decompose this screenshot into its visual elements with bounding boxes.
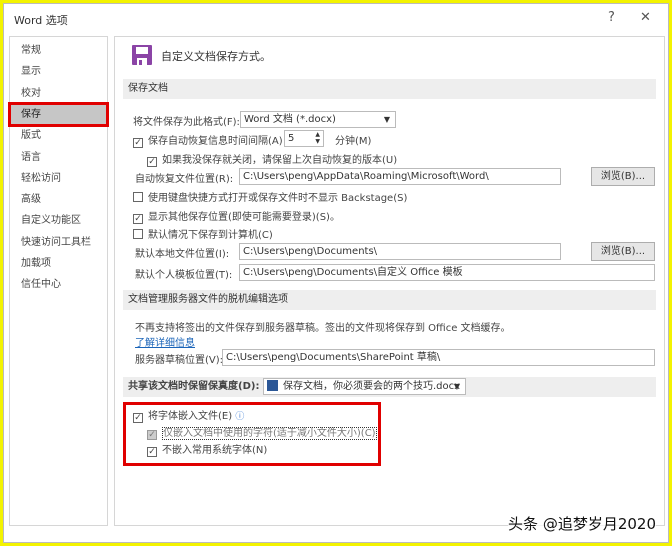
- sidebar-item[interactable]: 版式: [10, 125, 107, 146]
- sidebar: 常规 显示 校对 保存 版式 语言 轻松访问 高级 自定义功能区 快速访问工具栏 加载项 信任中心: [8, 36, 109, 526]
- no-common-fonts-label: 不嵌入常用系统字体(N): [162, 445, 268, 456]
- checkbox-unchecked-icon: [133, 229, 143, 239]
- embed-used-chars-label: 仅嵌入文档中使用的字符(适于减小文件大小)(C): [162, 427, 377, 440]
- format-value: Word 文档 (*.docx): [244, 114, 336, 125]
- keep-last-version-checkbox[interactable]: ✓ 如果我没保存就关闭，请保留上次自动恢复的版本(U): [147, 151, 397, 167]
- checkbox-checked-icon: ✓: [147, 447, 157, 457]
- recovery-location-input[interactable]: C:\Users\peng\AppData\Roaming\Microsoft\…: [239, 168, 561, 185]
- word-document-icon: [267, 380, 278, 391]
- browse-local-button[interactable]: 浏览(B)...: [591, 242, 655, 261]
- sidebar-item[interactable]: 信任中心: [10, 274, 107, 295]
- checkbox-checked-icon: ✓: [147, 157, 157, 167]
- recovery-location-label: 自动恢复文件位置(R):: [135, 174, 234, 185]
- section-offline-editing: 文档管理服务器文件的脱机编辑选项: [123, 290, 656, 310]
- sidebar-item[interactable]: 轻松访问: [10, 168, 107, 189]
- save-to-computer-checkbox[interactable]: 默认情况下保存到计算机(C): [133, 226, 273, 241]
- sidebar-item[interactable]: 常规: [10, 40, 107, 61]
- chevron-down-icon: ▼: [453, 382, 460, 391]
- drafts-location-label: 服务器草稿位置(V):: [135, 355, 224, 366]
- save-options-panel: 自定义文档保存方式。 保存文档 将文件保存为此格式(F): Word 文档 (*…: [114, 36, 665, 526]
- checkbox-checked-icon: ✓: [133, 214, 143, 224]
- fidelity-document-value: 保存文档，你必须要会的两个技巧.docx: [283, 381, 461, 392]
- info-icon[interactable]: ⓘ: [235, 412, 244, 422]
- backstage-checkbox[interactable]: 使用键盘快捷方式打开或保存文件时不显示 Backstage(S): [133, 189, 407, 204]
- offline-note: 不再支持将签出的文件保存到服务器草稿。签出的文件现将保存到 Office 文档缓…: [135, 323, 511, 334]
- page-heading: 自定义文档保存方式。: [161, 50, 271, 63]
- keep-last-label: 如果我没保存就关闭，请保留上次自动恢复的版本(U): [162, 155, 398, 166]
- checkbox-checked-icon: ✓: [133, 138, 143, 148]
- sidebar-item[interactable]: 显示: [10, 61, 107, 82]
- sidebar-item[interactable]: 校对: [10, 83, 107, 104]
- template-location-input[interactable]: C:\Users\peng\Documents\自定义 Office 模板: [239, 264, 655, 281]
- autosave-checkbox[interactable]: ✓ 保存自动恢复信息时间间隔(A): [133, 132, 283, 148]
- browse-recovery-button[interactable]: 浏览(B)...: [591, 167, 655, 186]
- format-label: 将文件保存为此格式(F):: [133, 117, 240, 128]
- template-location-label: 默认个人模板位置(T):: [135, 270, 233, 281]
- section-save-documents: 保存文档: [123, 79, 656, 99]
- checkbox-checked-icon: ✓: [133, 413, 143, 423]
- minutes-label: 分钟(M): [335, 136, 372, 147]
- word-options-dialog: Word 选项 ? ✕ 常规 显示 校对 保存 版式 语言 轻松访问 高级 自定义功能区 快速访问…: [3, 3, 669, 543]
- local-location-label: 默认本地文件位置(I):: [135, 249, 230, 260]
- learn-more-link[interactable]: 了解详细信息: [135, 334, 195, 349]
- checkbox-checked-disabled-icon: ✓: [147, 430, 157, 440]
- local-location-input[interactable]: C:\Users\peng\Documents\: [239, 243, 561, 260]
- save-computer-label: 默认情况下保存到计算机(C): [148, 230, 273, 241]
- sidebar-item[interactable]: 快速访问工具栏: [10, 232, 107, 253]
- drafts-location-input[interactable]: C:\Users\peng\Documents\SharePoint 草稿\: [222, 349, 655, 366]
- sidebar-item[interactable]: 加载项: [10, 253, 107, 274]
- embed-used-chars-checkbox[interactable]: ✓ 仅嵌入文档中使用的字符(适于减小文件大小)(C): [147, 424, 377, 440]
- fidelity-label: 共享该文档时保留保真度(D):: [128, 381, 260, 392]
- show-other-locations-checkbox[interactable]: ✓ 显示其他保存位置(即使可能需要登录)(S)。: [133, 208, 340, 224]
- checkbox-unchecked-icon: [133, 192, 143, 202]
- embed-fonts-label: 将字体嵌入文件(E): [148, 411, 233, 422]
- close-button[interactable]: ✕: [640, 10, 651, 25]
- help-button[interactable]: ?: [608, 10, 615, 25]
- sidebar-item[interactable]: 语言: [10, 147, 107, 168]
- show-other-label: 显示其他保存位置(即使可能需要登录)(S)。: [148, 212, 340, 223]
- sidebar-item[interactable]: 保存: [8, 101, 109, 127]
- backstage-label: 使用键盘快捷方式打开或保存文件时不显示 Backstage(S): [148, 193, 408, 204]
- spinner-arrows-icon[interactable]: ▲ ▼: [315, 131, 320, 145]
- chevron-down-icon: ▼: [383, 115, 390, 124]
- sidebar-item[interactable]: 高级: [10, 189, 107, 210]
- format-select[interactable]: Word 文档 (*.docx) ▼: [240, 111, 396, 128]
- autosave-minutes-spinner[interactable]: 5 ▲ ▼: [284, 130, 324, 147]
- no-common-fonts-checkbox[interactable]: ✓ 不嵌入常用系统字体(N): [147, 441, 267, 457]
- sidebar-item[interactable]: 自定义功能区: [10, 210, 107, 231]
- save-disk-icon: [132, 45, 152, 65]
- dialog-title: Word 选项: [14, 14, 68, 27]
- autosave-value: 5: [288, 133, 295, 144]
- embed-fonts-checkbox[interactable]: ✓ 将字体嵌入文件(E) ⓘ: [133, 407, 244, 423]
- watermark: 头条 @追梦岁月2020: [508, 513, 656, 534]
- fidelity-document-select[interactable]: 保存文档，你必须要会的两个技巧.docx ▼: [263, 378, 466, 395]
- autosave-label: 保存自动恢复信息时间间隔(A): [148, 136, 283, 147]
